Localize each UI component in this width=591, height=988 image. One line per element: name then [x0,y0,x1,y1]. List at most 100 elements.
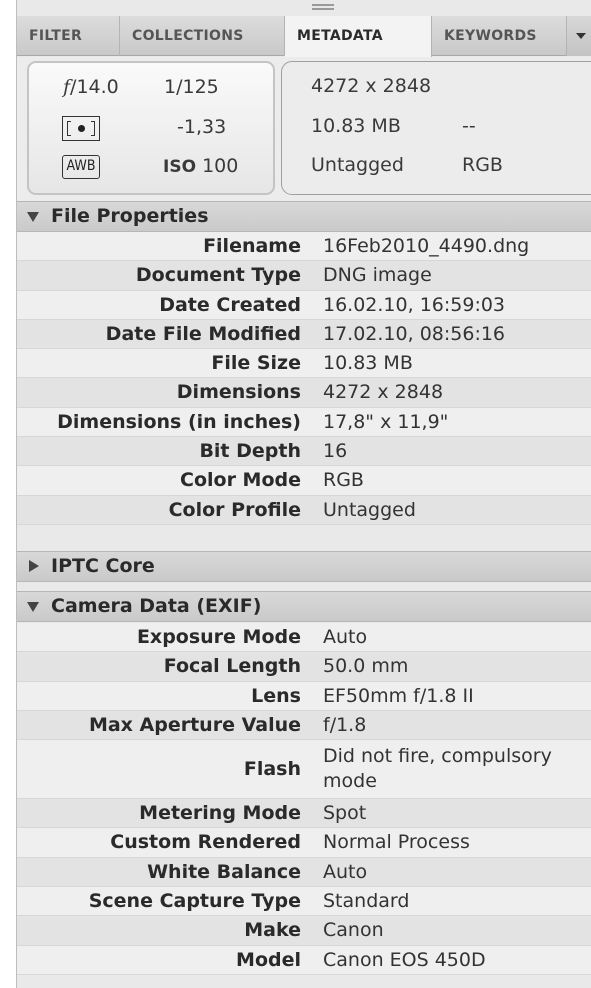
metadata-panel: FILTER COLLECTIONS METADATA KEYWORDS f/1… [16,0,591,988]
tab-collections[interactable]: COLLECTIONS [120,16,285,56]
disclosure-collapsed-icon [29,560,39,572]
metadata-key: Flash [243,758,301,781]
metadata-key: Exposure Mode [136,626,301,648]
metadata-value[interactable]: RGB [323,466,591,495]
metadata-value[interactable]: 4272 x 2848 [323,378,591,407]
metadata-value[interactable]: Normal Process [323,828,591,857]
tab-keywords[interactable]: KEYWORDS [432,16,567,56]
section-title: IPTC Core [51,555,155,577]
metadata-key: Custom Rendered [110,831,301,854]
summary-color-mode: RGB [462,154,503,176]
metadata-key: Focal Length [163,655,301,678]
metadata-row: File Size 10.83 MB [17,349,591,379]
f-stop-icon: f [63,76,71,98]
metadata-value[interactable]: Did not fire, compulsory mode [323,744,591,794]
metadata-value[interactable]: 16Feb2010_4490.dng [323,232,591,261]
metadata-key: Date Created [159,293,301,316]
metadata-row: Max Aperture Value f/1.8 [17,710,591,741]
tab-overflow-button[interactable] [567,16,591,56]
metadata-key: Bit Depth [199,440,301,463]
metadata-row: Make Canon [17,916,591,946]
section-title: File Properties [51,205,209,227]
summary-placeholder: -- [462,115,476,137]
shutter-speed-value: 1/125 [164,76,219,98]
metadata-row: Date File Modified 17.02.10, 08:56:16 [17,319,591,350]
metadata-key: Date File Modified [105,322,301,345]
metadata-row: Lens EF50mm f/1.8 II [17,681,591,711]
iso-readout: ISO 100 [163,155,238,177]
metadata-value[interactable]: f/1.8 [323,711,591,740]
metadata-row: Metering Mode Spot [17,799,591,829]
metadata-key: File Size [211,352,301,375]
metadata-row: Dimensions (in inches) 17,8" x 11,9" [17,407,591,438]
aperture-readout: f/14.0 [63,76,119,98]
metadata-value[interactable]: Spot [323,799,591,828]
aperture-value: 14.0 [76,76,119,98]
metadata-row: Color Mode RGB [17,466,591,496]
tab-metadata[interactable]: METADATA [285,16,432,57]
metadata-row: Filename 16Feb2010_4490.dng [17,232,591,262]
metadata-value[interactable]: 16.02.10, 16:59:03 [323,291,591,320]
metadata-key: Metering Mode [139,802,301,825]
metadata-key: Color Mode [180,469,301,492]
metadata-key: Dimensions [176,381,301,404]
metadata-row: Dimensions 4272 x 2848 [17,378,591,408]
section-iptc-core[interactable]: IPTC Core [17,551,591,582]
metadata-key: White Balance [147,860,301,883]
iso-label: ISO [163,157,197,177]
metadata-key: Document Type [135,264,301,287]
iso-value: 100 [202,155,239,177]
metadata-value[interactable]: 50.0 mm [323,652,591,681]
tab-filter[interactable]: FILTER [17,16,120,56]
metadata-value[interactable]: 10.83 MB [323,349,591,378]
metadata-value[interactable]: 16 [323,437,591,466]
summary-file-size: 10.83 MB [311,115,401,137]
file-properties-list: Filename 16Feb2010_4490.dng Document Type D… [17,232,591,525]
panel-resize-grip[interactable] [312,4,334,12]
metadata-row: Custom Rendered Normal Process [17,828,591,858]
white-balance-icon: AWB [62,155,100,179]
section-file-properties[interactable]: File Properties [17,201,591,232]
disclosure-expanded-icon [27,602,39,612]
metadata-key: Filename [203,235,301,257]
section-camera-data[interactable]: Camera Data (EXIF) [17,591,591,622]
panel-tab-bar: FILTER COLLECTIONS METADATA KEYWORDS [17,16,591,57]
metadata-key: Scene Capture Type [88,890,301,913]
metadata-value[interactable]: 17.02.10, 08:56:16 [323,320,591,349]
metadata-key: Max Aperture Value [88,713,301,736]
summary-color-profile: Untagged [311,154,404,176]
metadata-value[interactable]: DNG image [323,261,591,290]
metadata-row: Model Canon EOS 450D [17,945,591,975]
metadata-value[interactable]: Standard [323,887,591,916]
chevron-down-icon [576,33,586,39]
section-title: Camera Data (EXIF) [51,595,262,617]
metadata-value[interactable]: Auto [323,623,591,652]
metering-mode-icon [62,116,100,141]
metadata-row: Color Profile Untagged [17,495,591,525]
metadata-row: White Balance Auto [17,857,591,888]
metadata-key: Model [236,948,301,971]
metadata-row: Flash Did not fire, compulsory mode [17,740,591,800]
camera-data-list: Exposure Mode Auto Focal Length 50.0 mm Lens… [17,623,591,975]
metadata-value[interactable]: Canon [323,916,591,945]
exposure-summary-box: f/14.0 1/125 -1,33 AWB ISO 100 [27,61,275,195]
camera-info-area: f/14.0 1/125 -1,33 AWB ISO 100 4272 x 28… [17,57,591,203]
metadata-key: Dimensions (in inches) [57,410,301,433]
metadata-row: Scene Capture Type Standard [17,887,591,917]
metadata-row: Date Created 16.02.10, 16:59:03 [17,290,591,320]
summary-dimensions: 4272 x 2848 [311,75,432,97]
exposure-compensation-value: -1,33 [177,116,227,138]
metadata-value[interactable]: Untagged [323,496,591,525]
metadata-value[interactable]: 17,8" x 11,9" [323,408,591,437]
metadata-row: Bit Depth 16 [17,437,591,467]
metadata-value[interactable]: Canon EOS 450D [323,946,591,975]
metadata-row: Exposure Mode Auto [17,623,591,653]
metadata-value[interactable]: EF50mm f/1.8 II [323,682,591,711]
disclosure-expanded-icon [27,212,39,222]
metadata-key: Make [244,919,301,942]
file-summary-box: 4272 x 2848 10.83 MB -- Untagged RGB [281,61,591,195]
metadata-key: Color Profile [168,498,301,521]
metadata-row: Document Type DNG image [17,261,591,291]
metadata-value[interactable]: Auto [323,858,591,887]
metadata-row: Focal Length 50.0 mm [17,652,591,682]
